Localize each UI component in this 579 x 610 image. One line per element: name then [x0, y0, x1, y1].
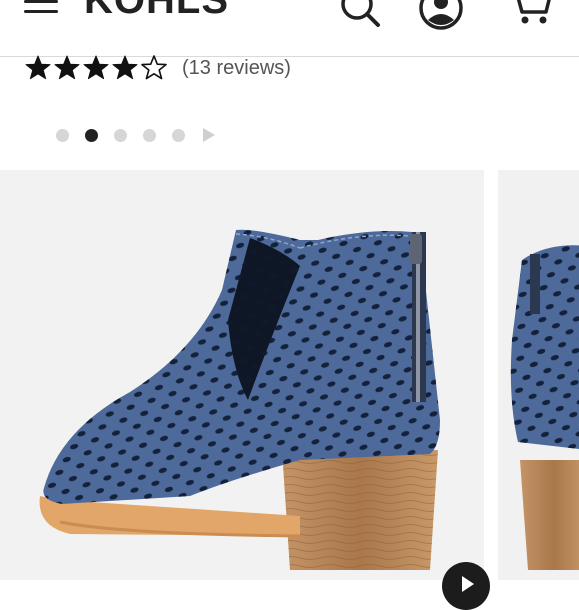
carousel-dot[interactable] — [114, 128, 127, 142]
ankle-boot-image — [39, 229, 440, 570]
star-filled-icon — [54, 55, 80, 80]
play-video-button[interactable] — [442, 562, 490, 610]
product-image-next[interactable] — [498, 170, 579, 580]
ankle-boot-image-alt — [510, 245, 579, 570]
rating-stars — [24, 54, 168, 82]
carousel-pagination — [56, 128, 215, 142]
search-icon[interactable] — [336, 0, 382, 32]
carousel-dot[interactable] — [56, 128, 69, 142]
carousel-dot[interactable] — [85, 128, 98, 142]
shopping-cart-icon[interactable] — [506, 0, 552, 32]
carousel-dot[interactable] — [172, 128, 185, 142]
product-image-main[interactable] — [0, 170, 484, 580]
star-filled-icon — [112, 55, 138, 80]
site-logo[interactable]: KOHĽS — [84, 0, 229, 20]
product-rating[interactable]: (13 reviews) — [24, 54, 291, 82]
hamburger-menu-icon[interactable] — [24, 0, 60, 22]
product-image-gallery[interactable] — [0, 170, 579, 580]
star-filled-icon — [25, 55, 51, 80]
star-empty-icon — [141, 55, 167, 80]
carousel-dot[interactable] — [143, 128, 156, 142]
star-filled-icon — [83, 55, 109, 80]
carousel-next-arrow-icon[interactable] — [203, 128, 215, 142]
reviews-count-link[interactable]: (13 reviews) — [182, 57, 291, 80]
site-header: KOHĽS — [0, 0, 579, 57]
account-icon[interactable] — [418, 0, 464, 32]
